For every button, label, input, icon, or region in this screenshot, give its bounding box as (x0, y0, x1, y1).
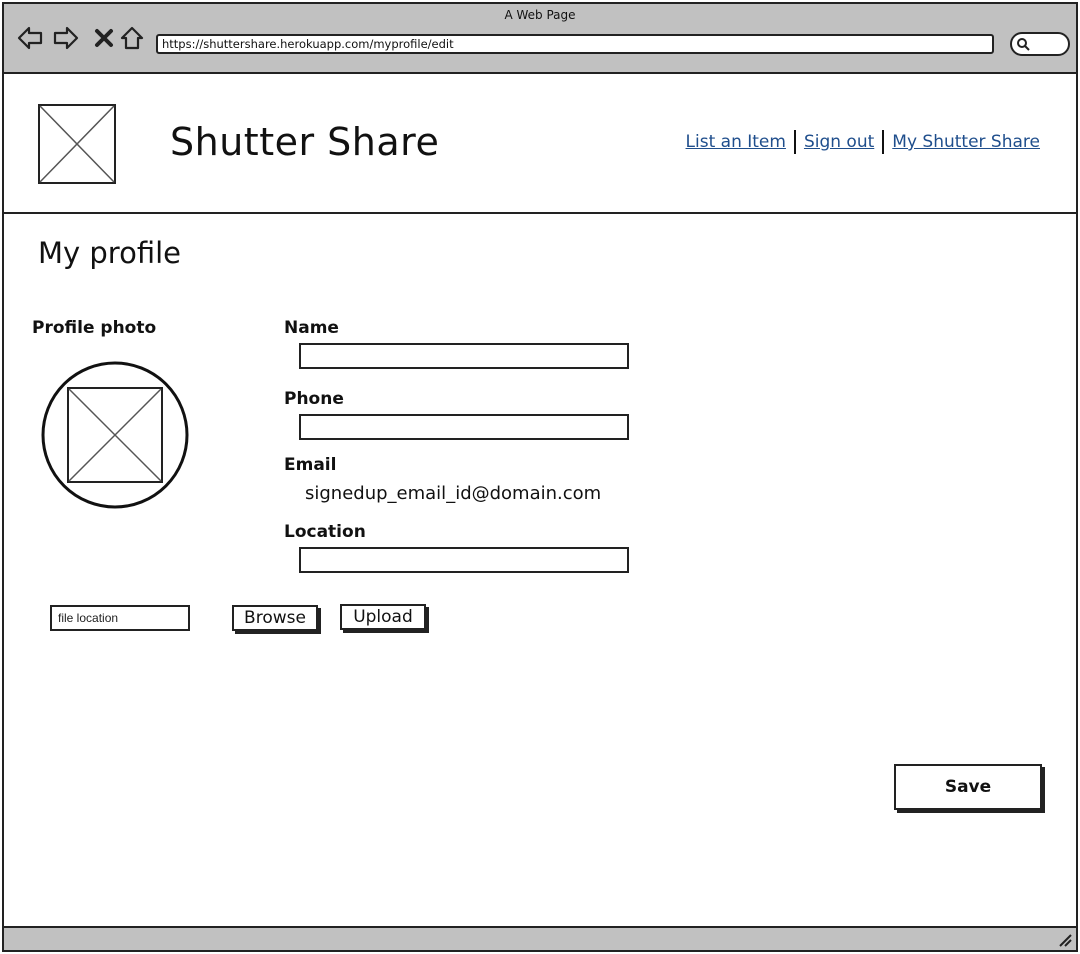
nav-divider (882, 130, 885, 154)
name-field[interactable] (299, 343, 629, 369)
window-title: A Web Page (504, 8, 576, 22)
email-value: signedup_email_id@domain.com (305, 483, 602, 504)
back-arrow-icon[interactable] (16, 24, 44, 52)
list-item-link[interactable]: List an Item (686, 132, 786, 152)
site-title: Shutter Share (170, 120, 440, 164)
profile-photo-label: Profile photo (32, 318, 157, 338)
browser-window: A Web Page https://shuttershare.herokuap… (2, 2, 1078, 952)
profile-photo-placeholder-icon (41, 361, 189, 509)
nav-divider (793, 130, 796, 154)
sign-out-link[interactable]: Sign out (804, 132, 874, 152)
email-label: Email (284, 455, 337, 475)
my-shutter-share-link[interactable]: My Shutter Share (892, 132, 1040, 152)
location-label: Location (284, 522, 366, 542)
top-nav: List an Item Sign out My Shutter Share (686, 130, 1040, 154)
site-header: Shutter Share List an Item Sign out My S… (4, 74, 1076, 214)
browser-toolbar: A Web Page https://shuttershare.herokuap… (4, 4, 1076, 74)
logo-placeholder-icon (38, 104, 116, 184)
file-location-input[interactable] (50, 605, 190, 631)
resize-grip-icon[interactable] (1056, 931, 1072, 947)
save-button[interactable]: Save (894, 764, 1042, 810)
address-bar[interactable]: https://shuttershare.herokuapp.com/mypro… (156, 34, 994, 54)
close-icon[interactable] (90, 24, 118, 52)
page-title: My profile (38, 236, 182, 270)
phone-label: Phone (284, 389, 344, 409)
status-bar (4, 926, 1076, 950)
phone-field[interactable] (299, 414, 629, 440)
home-icon[interactable] (118, 24, 146, 52)
upload-button[interactable]: Upload (340, 604, 426, 630)
browser-search-box[interactable] (1010, 32, 1070, 56)
name-label: Name (284, 318, 339, 338)
location-field[interactable] (299, 547, 629, 573)
browse-button[interactable]: Browse (232, 605, 318, 631)
search-icon (1017, 38, 1030, 51)
forward-arrow-icon[interactable] (52, 24, 80, 52)
